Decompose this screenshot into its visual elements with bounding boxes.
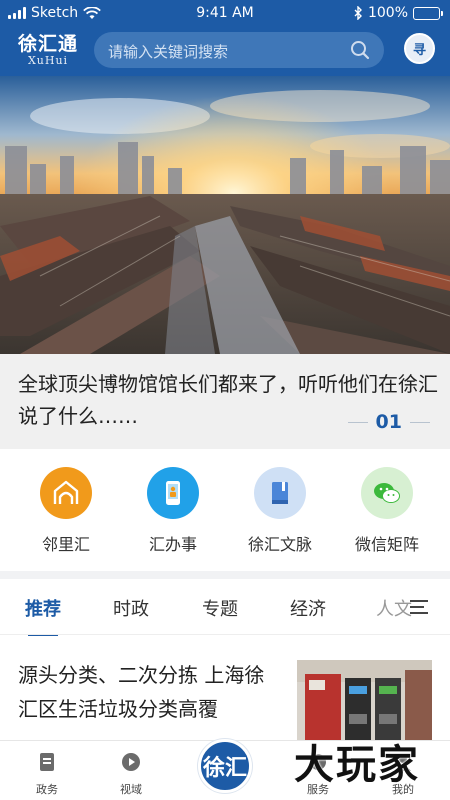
nav-xuhui-center[interactable]: 徐汇	[198, 739, 252, 793]
phone-id-icon	[147, 467, 199, 519]
watermark: 大玩家	[294, 742, 420, 788]
tab-culture[interactable]: 人文	[376, 595, 412, 621]
app-header: 徐汇通 XuHui 请输入关键词搜索 寻	[0, 28, 450, 76]
pager-line-right	[410, 421, 430, 423]
document-icon	[40, 753, 54, 771]
quick-entry-label: 邻里汇	[41, 535, 90, 554]
nav-zhengwu[interactable]: 政务	[17, 751, 77, 797]
nav-label: 视域	[120, 783, 142, 796]
pager-line-left	[347, 421, 368, 423]
pager-number: 01	[375, 411, 402, 433]
play-icon	[122, 753, 140, 771]
menu-icon[interactable]	[410, 600, 428, 615]
category-tabs: 推荐 时政 专题 经济 人文	[0, 579, 450, 638]
quick-entry-xuhuiwenmai[interactable]: 徐汇文脉	[225, 467, 335, 555]
quick-entries: 邻里汇 汇办事 徐汇文脉 微信矩阵	[0, 449, 450, 571]
list-item[interactable]: 源头分类、二次分拣 上海徐汇区生活垃圾分类高覆	[0, 636, 450, 740]
house-arch-icon	[40, 467, 92, 519]
headline-card[interactable]: 全球顶尖博物馆馆长们都来了，听听他们在徐汇说了什么…… 01	[0, 354, 450, 449]
search-icon[interactable]	[350, 40, 370, 60]
banner-image[interactable]	[0, 76, 450, 354]
quick-entry-huibanshi[interactable]: 汇办事	[118, 467, 228, 555]
quick-entry-weixinjuzhen[interactable]: 微信矩阵	[332, 467, 442, 555]
article-title: 源头分类、二次分拣 上海徐汇区生活垃圾分类高覆	[18, 663, 265, 721]
nav-shiyu[interactable]: 视域	[101, 751, 161, 797]
search-placeholder: 请输入关键词搜索	[108, 43, 229, 61]
search-input[interactable]: 请输入关键词搜索	[94, 32, 384, 68]
quick-entry-label: 汇办事	[148, 535, 197, 554]
banner-pager: 01	[347, 411, 430, 433]
avatar[interactable]: 寻	[404, 33, 435, 64]
section-divider	[0, 571, 450, 579]
tab-topics[interactable]: 专题	[202, 595, 238, 621]
waste-sorting-photo	[297, 660, 432, 740]
nav-label: 政务	[36, 783, 58, 796]
book-icon	[254, 467, 306, 519]
bluetooth-icon	[354, 6, 362, 20]
app-logo[interactable]: 徐汇通 XuHui	[18, 33, 78, 67]
article-thumbnail[interactable]	[297, 660, 432, 740]
tab-recommend[interactable]: 推荐	[25, 595, 61, 638]
app-name-en: XuHui	[27, 54, 69, 67]
status-right: 100%	[354, 5, 443, 21]
tab-economy[interactable]: 经济	[290, 595, 326, 621]
app-name: 徐汇通	[18, 33, 79, 55]
battery-percent: 100%	[367, 5, 408, 21]
quick-entry-label: 徐汇文脉	[247, 535, 312, 554]
quick-entry-linlihui[interactable]: 邻里汇	[11, 467, 121, 555]
status-bar: Sketch 9:41 AM 100%	[0, 0, 450, 28]
quick-entry-label: 微信矩阵	[354, 535, 419, 554]
tab-politics[interactable]: 时政	[113, 595, 149, 621]
wechat-icon	[361, 467, 413, 519]
battery-icon	[413, 6, 443, 20]
banner-photo	[0, 76, 450, 354]
